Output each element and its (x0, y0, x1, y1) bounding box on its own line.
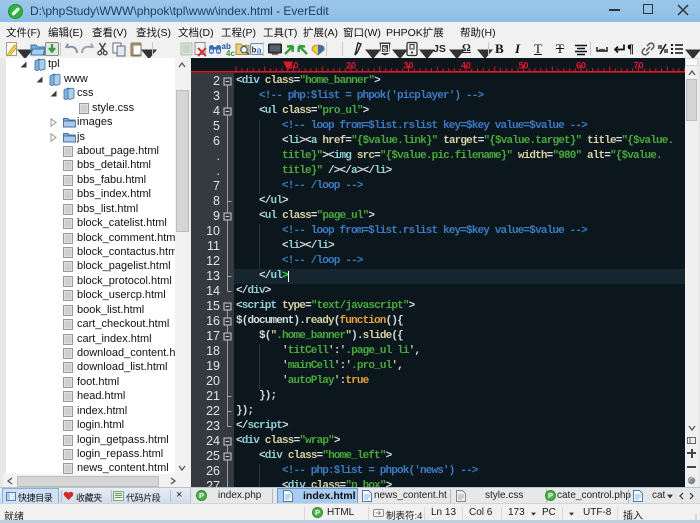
svg-text:30: 30 (403, 61, 413, 71)
svg-text:50: 50 (518, 61, 528, 71)
svg-text:70: 70 (633, 61, 643, 71)
svg-text:60: 60 (576, 61, 586, 71)
svg-text:P: P (315, 508, 320, 517)
svg-text:5: 5 (383, 45, 387, 54)
svg-text:40: 40 (461, 61, 471, 71)
svg-text:P: P (199, 491, 204, 500)
svg-text:a: a (257, 46, 262, 56)
svg-text:20: 20 (346, 61, 356, 71)
svg-text:P: P (548, 491, 553, 500)
